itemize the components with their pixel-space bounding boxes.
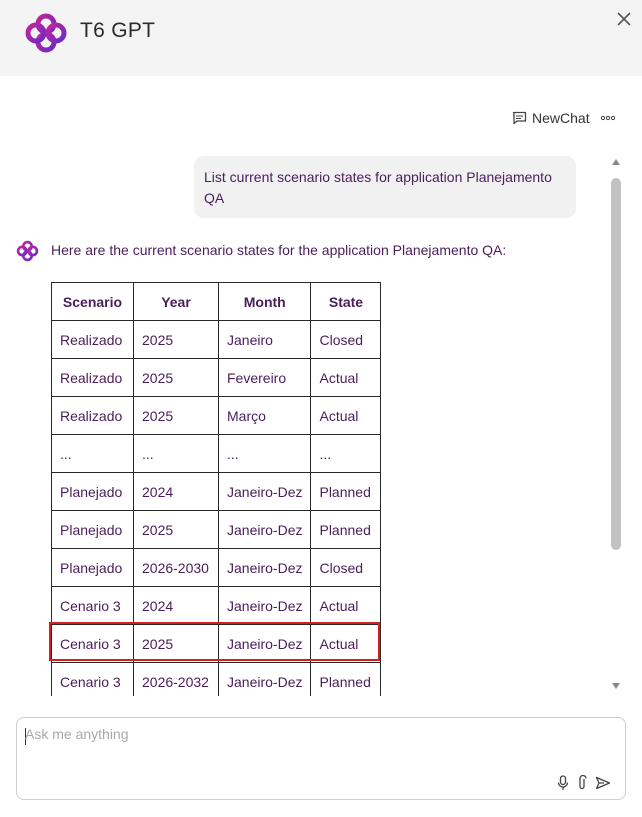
- table-cell: Janeiro: [217, 320, 312, 359]
- table-row: Planejado 2025 Janeiro-Dez Planned: [51, 510, 382, 549]
- microphone-button[interactable]: [557, 775, 569, 791]
- table-cell: Fevereiro: [217, 358, 312, 397]
- table-cell: Actual: [310, 624, 382, 663]
- scroll-down-arrow-icon[interactable]: [611, 682, 621, 690]
- table-cell: 2025: [133, 624, 219, 663]
- send-icon: [595, 776, 611, 790]
- table-cell: 2026-2032: [133, 662, 219, 696]
- table-cell: Janeiro-Dez: [217, 472, 312, 511]
- table-row: Realizado 2025 Março Actual: [51, 396, 382, 435]
- table-cell: Planned: [310, 472, 382, 511]
- close-icon[interactable]: [614, 9, 634, 29]
- microphone-icon: [557, 775, 569, 790]
- table-cell: Janeiro-Dez: [217, 662, 312, 696]
- chat-toolbar: NewChat: [512, 108, 616, 128]
- table-row-highlighted: Cenario 3 2025 Janeiro-Dez Actual: [51, 624, 382, 663]
- table-cell: Closed: [310, 320, 382, 359]
- table-row: Planejado 2026-2030 Janeiro-Dez Closed: [51, 548, 382, 587]
- bot-response-intro: Here are the current scenario states for…: [51, 242, 507, 258]
- table-cell: Janeiro-Dez: [217, 510, 312, 549]
- table-row: Realizado 2025 Janeiro Closed: [51, 320, 382, 359]
- column-header-month: Month: [217, 282, 312, 321]
- table-cell: Planejado: [51, 472, 134, 511]
- column-header-scenario: Scenario: [51, 282, 134, 321]
- table-row: Realizado 2025 Fevereiro Actual: [51, 358, 382, 397]
- table-cell: ...: [51, 434, 134, 473]
- table-cell: Cenario 3: [51, 586, 134, 625]
- table-cell: Actual: [310, 396, 382, 435]
- input-actions: [549, 775, 611, 791]
- table-cell: Janeiro-Dez: [217, 548, 312, 587]
- table-cell: 2025: [133, 320, 219, 359]
- send-button[interactable]: [595, 776, 611, 790]
- column-header-state: State: [310, 282, 382, 321]
- table-cell: Março: [217, 396, 312, 435]
- table-cell: 2024: [133, 472, 219, 511]
- table-cell: ...: [217, 434, 312, 473]
- table-cell: Janeiro-Dez: [217, 624, 312, 663]
- new-chat-label: NewChat: [532, 110, 590, 126]
- table-cell: Actual: [310, 586, 382, 625]
- column-header-year: Year: [133, 282, 219, 321]
- table-row: Cenario 3 2026-2032 Janeiro-Dez Planned: [51, 662, 382, 696]
- attach-button[interactable]: [577, 775, 587, 791]
- table-viewport: Scenario Year Month State Realizado 2025…: [0, 270, 608, 696]
- scroll-thumb[interactable]: [611, 178, 621, 550]
- table-cell: ...: [310, 434, 382, 473]
- table-cell: Cenario 3: [51, 624, 134, 663]
- table-row: Cenario 3 2024 Janeiro-Dez Actual: [51, 586, 382, 625]
- chat-input-box: [16, 717, 626, 800]
- t6-logo-icon: [25, 13, 67, 53]
- table-cell: Janeiro-Dez: [217, 586, 312, 625]
- table-row: ... ... ... ...: [51, 434, 382, 473]
- app-header: T6 GPT: [0, 0, 642, 76]
- scroll-up-arrow-icon[interactable]: [611, 158, 621, 166]
- app-title: T6 GPT: [80, 19, 156, 42]
- new-chat-button[interactable]: NewChat: [512, 110, 590, 126]
- bot-avatar-icon: [16, 240, 39, 262]
- table-cell: Planned: [310, 662, 382, 696]
- chat-icon: [512, 111, 527, 125]
- table-row: Planejado 2024 Janeiro-Dez Planned: [51, 472, 382, 511]
- more-icon[interactable]: [600, 113, 616, 123]
- table-cell: Realizado: [51, 396, 134, 435]
- table-header-row: Scenario Year Month State: [51, 282, 382, 321]
- table-cell: Planejado: [51, 510, 134, 549]
- paperclip-icon: [579, 775, 587, 790]
- table-cell: Realizado: [51, 320, 134, 359]
- table-cell: 2025: [133, 358, 219, 397]
- user-message-bubble: List current scenario states for applica…: [194, 156, 576, 218]
- table-cell: 2024: [133, 586, 219, 625]
- table-cell: Planned: [310, 510, 382, 549]
- table-cell: 2025: [133, 510, 219, 549]
- table-cell: 2025: [133, 396, 219, 435]
- table-cell: Actual: [310, 358, 382, 397]
- table-cell: Planejado: [51, 548, 134, 587]
- message-input[interactable]: [25, 726, 545, 766]
- table-cell: Cenario 3: [51, 662, 134, 696]
- table-cell: Realizado: [51, 358, 134, 397]
- chat-scrollbar[interactable]: [608, 156, 624, 692]
- scenario-states-table: Scenario Year Month State Realizado 2025…: [51, 282, 382, 696]
- table-cell: Closed: [310, 548, 382, 587]
- table-cell: 2026-2030: [133, 548, 219, 587]
- table-cell: ...: [133, 434, 219, 473]
